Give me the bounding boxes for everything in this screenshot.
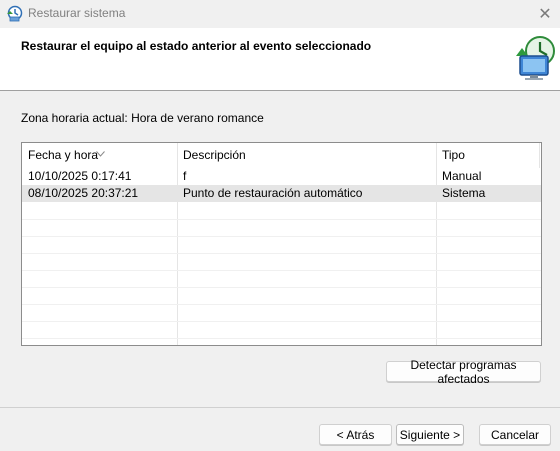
grid-line: [22, 270, 541, 271]
title-bar: Restaurar sistema ✕: [0, 0, 560, 28]
table-row[interactable]: 10/10/2025 0:17:41 f Manual: [22, 168, 541, 185]
grid-line: [22, 236, 541, 237]
cell-description: Punto de restauración automático: [183, 186, 363, 200]
wizard-header: Restaurar el equipo al estado anterior a…: [0, 28, 560, 90]
back-button[interactable]: < Atrás: [319, 424, 392, 445]
detect-affected-programs-button[interactable]: Detectar programas afectados: [386, 358, 541, 386]
column-header-date-label: Fecha y hora: [28, 148, 99, 162]
column-header-type[interactable]: Tipo: [436, 143, 541, 168]
cell-description: f: [183, 169, 187, 183]
page-title: Restaurar el equipo al estado anterior a…: [21, 39, 372, 53]
restore-points-table[interactable]: Fecha y hora Descripción Tipo 10/10/2025…: [21, 142, 542, 346]
column-header-date[interactable]: Fecha y hora: [22, 143, 178, 168]
cell-date: 10/10/2025 0:17:41: [28, 169, 132, 183]
grid-line: [22, 287, 541, 288]
close-icon: ✕: [538, 6, 552, 23]
grid-line: [22, 338, 541, 339]
header-divider: [0, 90, 560, 91]
cell-type: Sistema: [442, 186, 486, 200]
system-restore-app-icon: [6, 5, 23, 22]
grid-line: [22, 253, 541, 254]
grid-line: [22, 219, 541, 220]
next-button[interactable]: Siguiente >: [396, 424, 464, 445]
footer-divider: [0, 407, 560, 408]
system-restore-icon: [510, 34, 558, 82]
timezone-label: Zona horaria actual: Hora de verano roma…: [21, 111, 264, 125]
cell-date: 08/10/2025 20:37:21: [28, 186, 139, 200]
window-title: Restaurar sistema: [28, 6, 126, 20]
sort-descending-icon: [96, 143, 105, 167]
grid-line: [22, 321, 541, 322]
close-button[interactable]: ✕: [530, 0, 560, 28]
column-header-description[interactable]: Descripción: [177, 143, 437, 168]
grid-line: [22, 304, 541, 305]
cell-type: Manual: [442, 169, 482, 183]
table-row-selected[interactable]: 08/10/2025 20:37:21 Punto de restauració…: [22, 185, 541, 202]
cancel-button[interactable]: Cancelar: [479, 424, 551, 445]
column-divider: [539, 143, 540, 168]
